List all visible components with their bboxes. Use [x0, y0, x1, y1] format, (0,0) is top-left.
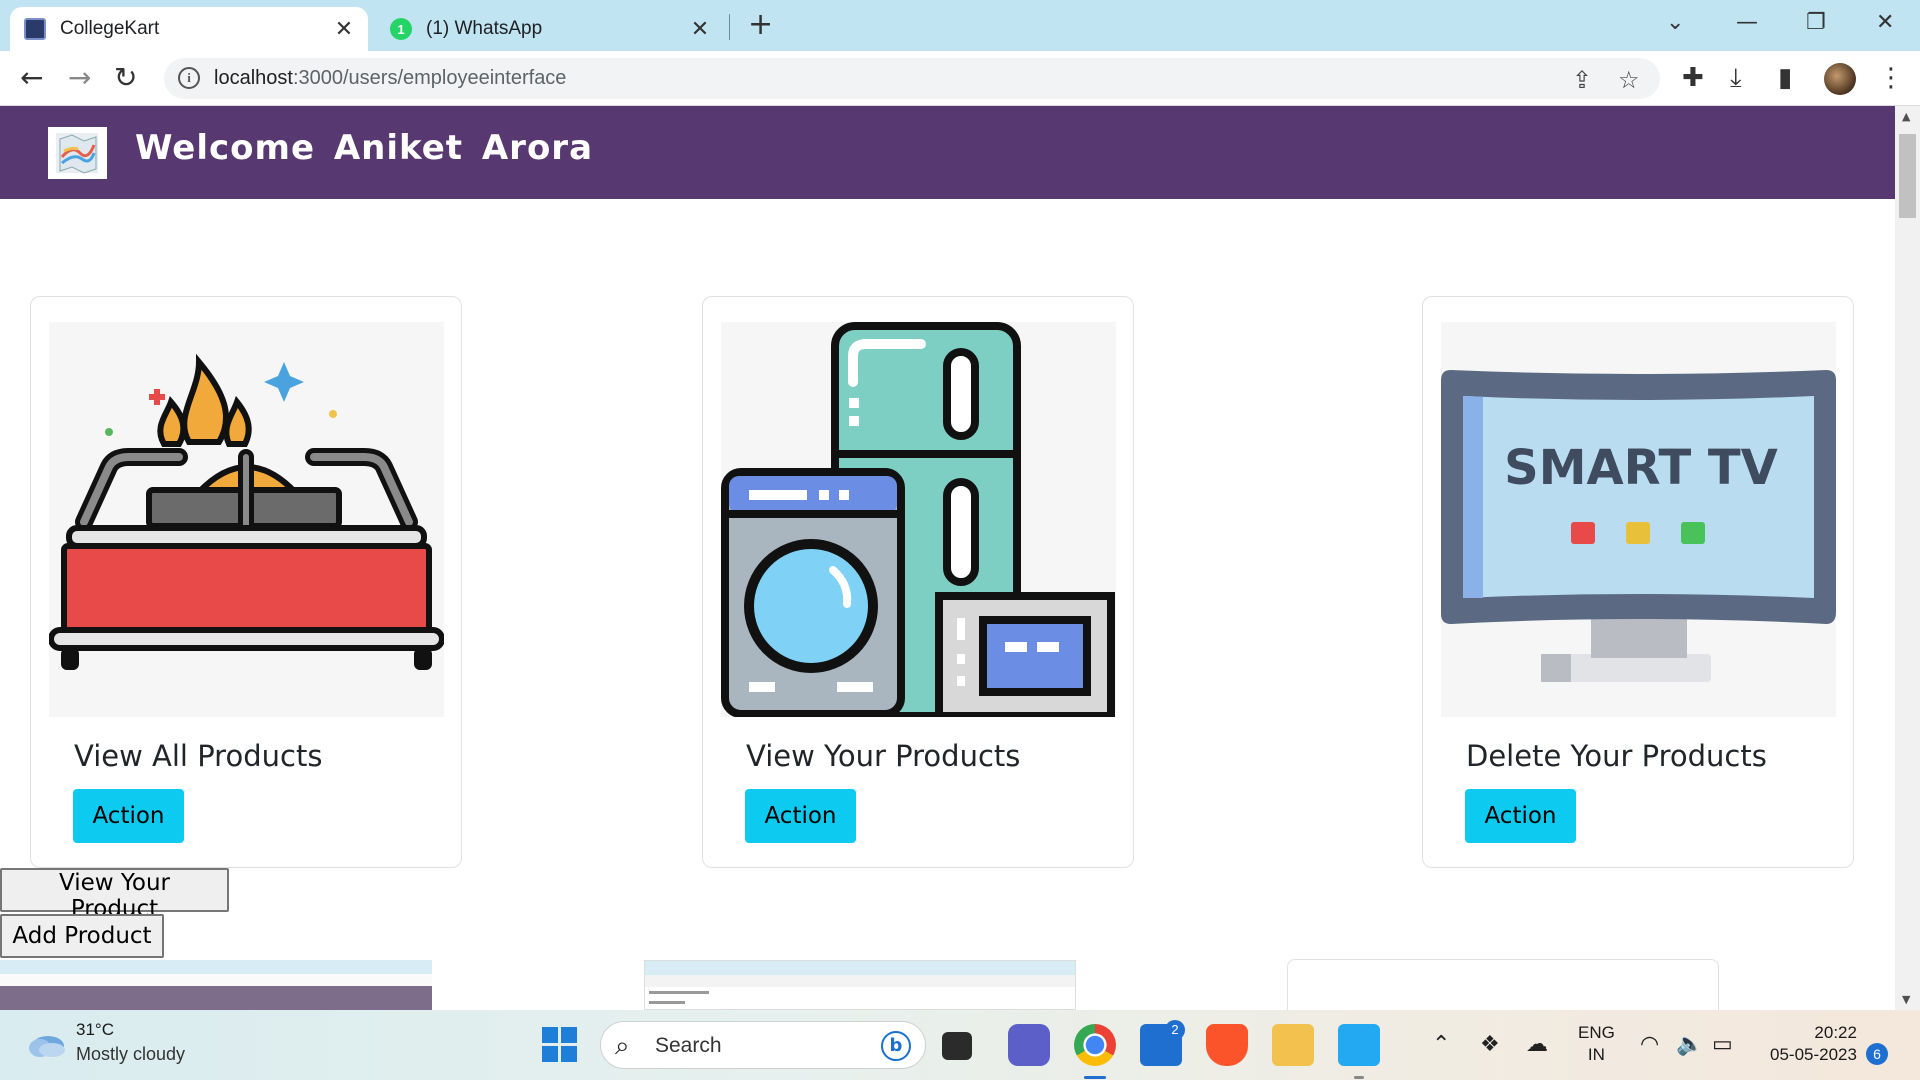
dropbox-icon[interactable]: ❖ — [1480, 1032, 1500, 1057]
running-app-indicator — [1354, 1076, 1364, 1079]
address-bar[interactable]: i localhost:3000/users/employeeinterface… — [164, 58, 1660, 99]
card-view-your-products: View Your Products Action — [702, 296, 1134, 868]
clock-date: 05-05-2023 — [1770, 1045, 1857, 1064]
smart-tv-label: SMART TV — [1504, 440, 1778, 496]
notification-badge[interactable]: 6 — [1866, 1043, 1888, 1065]
gas-stove-icon — [49, 322, 444, 717]
url-host: localhost — [214, 67, 293, 89]
reload-button[interactable]: ↻ — [114, 62, 137, 94]
clock[interactable]: 20:22 05-05-2023 — [1770, 1022, 1857, 1066]
page-title: Welcome Aniket Arora — [135, 128, 594, 168]
region-code: IN — [1587, 1045, 1605, 1064]
thumbnail-text-line — [649, 1001, 685, 1004]
language-indicator[interactable]: ENG IN — [1578, 1022, 1615, 1066]
tab-collegekart[interactable]: CollegeKart ✕ — [10, 7, 368, 51]
close-tab-icon[interactable]: ✕ — [690, 16, 710, 42]
task-view-icon[interactable] — [942, 1032, 972, 1060]
tab-search-icon[interactable]: ⌄ — [1666, 8, 1684, 38]
product-thumbnail[interactable] — [644, 960, 1076, 1010]
thumbnail-text-line — [649, 991, 709, 994]
action-button[interactable]: Action — [73, 789, 184, 843]
chrome-icon[interactable] — [1074, 1024, 1116, 1066]
cloud-icon — [29, 1036, 65, 1057]
file-explorer-icon[interactable] — [1272, 1024, 1314, 1066]
appliances-icon — [721, 322, 1116, 717]
minimize-button[interactable]: — — [1736, 8, 1758, 38]
weather-temperature[interactable]: 31°C — [76, 1020, 114, 1040]
page-header: Welcome Aniket Arora — [0, 106, 1895, 199]
weather-condition[interactable]: Mostly cloudy — [76, 1044, 185, 1065]
scroll-up-arrow-icon[interactable]: ▲ — [1902, 110, 1910, 123]
collegekart-favicon-icon — [24, 18, 46, 40]
brave-icon[interactable] — [1206, 1024, 1248, 1066]
windows-taskbar: 31°C Mostly cloudy ⌕ Search b 2 ⌃ ❖ ☁ EN… — [0, 1010, 1920, 1080]
show-hidden-icons-icon[interactable]: ⌃ — [1432, 1032, 1450, 1057]
smart-tv-illustration: SMART TV — [1441, 322, 1836, 717]
page-scrollbar[interactable]: ▲ ▼ — [1895, 106, 1920, 1010]
restore-button[interactable]: ❐ — [1806, 8, 1826, 38]
tab-separator — [729, 14, 730, 40]
extensions-icon[interactable]: ✚ — [1682, 63, 1704, 93]
search-icon: ⌕ — [615, 1031, 630, 1061]
card-title: Delete Your Products — [1466, 739, 1767, 773]
clock-time: 20:22 — [1814, 1023, 1857, 1042]
site-logo — [48, 127, 107, 179]
product-card-partial — [1287, 959, 1719, 1010]
product-thumbnail[interactable] — [0, 960, 432, 1010]
chrome-menu-icon[interactable]: ⋮ — [1878, 63, 1904, 93]
scroll-down-arrow-icon[interactable]: ▼ — [1902, 993, 1910, 1006]
taskbar-search[interactable]: ⌕ Search b — [600, 1021, 926, 1069]
thumbnail-tabstrip — [645, 961, 1075, 975]
new-tab-button[interactable]: + — [748, 10, 773, 40]
teams-icon[interactable] — [1008, 1024, 1050, 1066]
action-button[interactable]: Action — [745, 789, 856, 843]
close-window-button[interactable]: ✕ — [1876, 8, 1894, 38]
tab-title: CollegeKart — [60, 18, 160, 39]
wifi-icon[interactable]: ◠ — [1640, 1032, 1659, 1057]
forward-button[interactable]: → — [68, 62, 91, 94]
thumbnail-toolbar — [0, 974, 432, 986]
site-info-icon[interactable]: i — [178, 67, 200, 89]
search-label: Search — [655, 1034, 722, 1057]
card-title: View All Products — [74, 739, 323, 773]
volume-icon[interactable]: 🔈 — [1676, 1032, 1703, 1057]
card-view-all-products: View All Products Action — [30, 296, 462, 868]
card-title: View Your Products — [746, 739, 1021, 773]
whatsapp-favicon-icon: 1 — [390, 18, 412, 40]
view-your-product-button[interactable]: View Your Product — [0, 868, 229, 922]
mail-badge: 2 — [1165, 1020, 1185, 1040]
vscode-icon[interactable] — [1338, 1024, 1380, 1066]
tab-whatsapp[interactable]: 1 (1) WhatsApp ✕ — [376, 7, 724, 51]
onedrive-icon[interactable]: ☁ — [1526, 1032, 1548, 1057]
tab-title: (1) WhatsApp — [426, 18, 543, 39]
windows-start-icon[interactable] — [542, 1027, 578, 1063]
tab-strip: CollegeKart ✕ 1 (1) WhatsApp ✕ + ⌄ — ❐ ✕ — [0, 0, 1920, 51]
side-panel-icon[interactable]: ▮ — [1778, 63, 1792, 93]
action-button[interactable]: Action — [1465, 789, 1576, 843]
page-viewport: Welcome Aniket Arora View All Products A… — [0, 106, 1920, 1010]
appliances-illustration — [721, 322, 1116, 717]
battery-icon[interactable]: ▭ — [1712, 1032, 1733, 1057]
bing-icon[interactable]: b — [881, 1031, 911, 1061]
scrollbar-thumb[interactable] — [1899, 134, 1916, 218]
profile-avatar[interactable] — [1824, 63, 1856, 95]
thumbnail-tabstrip — [0, 960, 432, 974]
back-button[interactable]: ← — [20, 62, 43, 94]
close-tab-icon[interactable]: ✕ — [334, 16, 354, 42]
url-text[interactable]: localhost:3000/users/employeeinterface — [214, 67, 566, 90]
download-icon[interactable]: ⤓ — [1730, 63, 1742, 93]
bookmark-star-icon[interactable]: ☆ — [1618, 66, 1640, 94]
gas-stove-illustration — [49, 322, 444, 717]
language-code: ENG — [1578, 1023, 1615, 1042]
browser-toolbar: ← → ↻ i localhost:3000/users/employeeint… — [0, 51, 1920, 106]
card-delete-your-products: SMART TV Delete Your Products Action — [1422, 296, 1854, 868]
active-app-indicator — [1084, 1076, 1106, 1079]
share-icon[interactable]: ⇪ — [1572, 66, 1592, 94]
smart-tv-icon: SMART TV — [1441, 322, 1836, 717]
url-path: :3000/users/employeeinterface — [292, 67, 567, 89]
thumbnail-toolbar — [645, 975, 1075, 987]
add-product-button[interactable]: Add Product — [0, 914, 164, 958]
